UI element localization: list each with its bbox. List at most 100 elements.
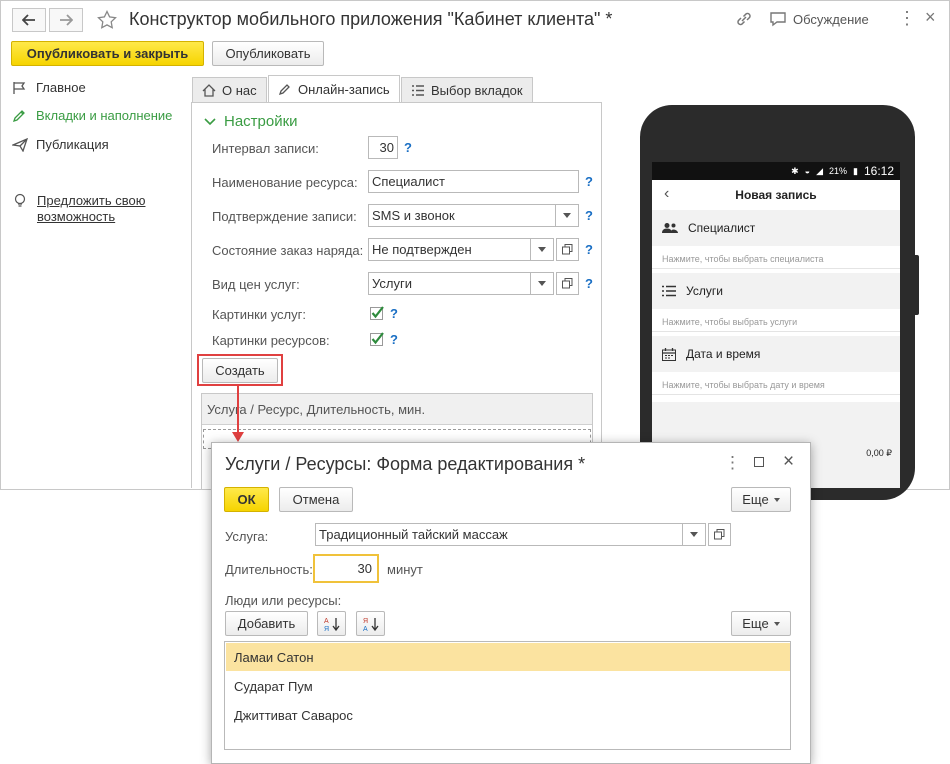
price-kind-select[interactable]: Услуги — [368, 272, 579, 295]
tab-label: Онлайн-запись — [298, 82, 390, 97]
link-icon[interactable] — [735, 11, 753, 30]
open-form-icon — [562, 278, 573, 289]
bluetooth-icon: ✱ — [791, 165, 799, 176]
dropdown-button[interactable] — [531, 272, 554, 295]
open-button[interactable] — [556, 238, 579, 261]
resource-images-checkbox[interactable] — [369, 331, 385, 350]
order-state-help-icon[interactable]: ? — [585, 242, 593, 257]
service-images-checkbox[interactable] — [369, 305, 385, 324]
home-icon — [202, 84, 216, 97]
confirmation-value: SMS и звонок — [368, 204, 556, 227]
dropdown-button[interactable] — [556, 204, 579, 227]
phone-section-hint: Нажмите, чтобы выбрать специалиста — [662, 254, 824, 264]
phone-section-hint: Нажмите, чтобы выбрать услуги — [662, 317, 798, 327]
sidebar-item-label: Главное — [36, 80, 86, 95]
sort-ascending-button[interactable]: АЯ — [317, 611, 346, 636]
add-button[interactable]: Добавить — [225, 611, 308, 636]
dialog-title: Услуги / Ресурсы: Форма редактирования * — [225, 454, 586, 474]
tab-about[interactable]: О нас — [192, 77, 267, 103]
order-state-select[interactable]: Не подтвержден — [368, 238, 579, 261]
more-button[interactable]: Еще — [731, 487, 791, 512]
sidebar-item-publish[interactable]: Публикация — [12, 137, 109, 152]
phone-section-datetime[interactable]: Дата и время — [652, 336, 900, 372]
sidebar-item-label: Публикация — [36, 137, 109, 152]
people-list: Ламаи Сатон Сударат Пум Джиттиват Саваро… — [224, 641, 791, 750]
service-select[interactable]: Традиционный тайский массаж — [315, 523, 731, 546]
dropdown-button[interactable] — [683, 523, 706, 546]
svg-text:Я: Я — [324, 626, 329, 632]
table-header: Услуга / Ресурс, Длительность, мин. — [202, 394, 592, 425]
back-button[interactable] — [12, 8, 46, 32]
tab-online-booking[interactable]: Онлайн-запись — [268, 75, 400, 103]
sort-descending-button[interactable]: ЯА — [356, 611, 385, 636]
price-kind-label: Вид цен услуг: — [212, 277, 300, 292]
resource-images-help-icon[interactable]: ? — [390, 332, 398, 347]
discussion-button[interactable]: Обсуждение — [769, 11, 869, 27]
sort-za-icon: ЯА — [363, 617, 379, 632]
calendar-icon — [662, 347, 676, 361]
list-item[interactable]: Джиттиват Саварос — [226, 701, 790, 729]
interval-label: Интервал записи: — [212, 141, 319, 156]
maximize-icon[interactable] — [754, 457, 764, 467]
resource-name-label: Наименование ресурса: — [212, 175, 358, 190]
settings-group-toggle[interactable]: Настройки — [204, 113, 298, 130]
create-button[interactable]: Создать — [202, 358, 278, 383]
forward-button[interactable] — [49, 8, 83, 32]
caret-down-icon — [773, 621, 780, 626]
list-icon — [412, 85, 424, 96]
confirmation-help-icon[interactable]: ? — [585, 208, 593, 223]
publish-and-close-button[interactable]: Опубликовать и закрыть — [11, 41, 204, 66]
favorite-star-icon[interactable] — [97, 10, 117, 33]
dropdown-button[interactable] — [531, 238, 554, 261]
open-button[interactable] — [556, 272, 579, 295]
service-value: Традиционный тайский массаж — [315, 523, 683, 546]
caret-down-icon — [690, 532, 698, 537]
phone-section-services[interactable]: Услуги — [652, 273, 900, 309]
interval-input[interactable]: 30 — [368, 136, 398, 159]
people-icon — [662, 223, 678, 233]
service-images-help-icon[interactable]: ? — [390, 306, 398, 321]
open-button[interactable] — [708, 523, 731, 546]
sidebar-item-tabs[interactable]: Вкладки и наполнение — [12, 108, 172, 123]
service-label: Услуга: — [225, 529, 269, 544]
close-icon[interactable]: × — [783, 451, 794, 473]
suggest-feature-link[interactable]: Предложить свою возможность — [37, 193, 145, 225]
battery-icon: ▮ — [853, 165, 858, 176]
svg-text:А: А — [363, 626, 368, 632]
confirmation-select[interactable]: SMS и звонок — [368, 204, 579, 227]
close-icon[interactable]: × — [925, 7, 936, 28]
resource-name-input[interactable]: Специалист — [368, 170, 579, 193]
resource-images-label: Картинки ресурсов: — [212, 333, 330, 348]
phone-back-icon[interactable]: ‹ — [664, 185, 669, 203]
more-menu-icon[interactable]: ⋮ — [724, 453, 741, 473]
more-menu-icon[interactable]: ⋮ — [898, 8, 916, 29]
chevron-down-icon — [204, 117, 216, 125]
phone-header-title: Новая запись — [735, 188, 817, 202]
tab-label: Выбор вкладок — [431, 83, 523, 98]
more-button-list[interactable]: Еще — [731, 611, 791, 636]
ok-button[interactable]: ОК — [224, 487, 269, 512]
list-item[interactable]: Сударат Пум — [226, 672, 790, 700]
phone-header: ‹ Новая запись — [652, 180, 900, 210]
divider — [652, 268, 900, 269]
phone-section-hint: Нажмите, чтобы выбрать дату и время — [662, 380, 825, 390]
service-images-label: Картинки услуг: — [212, 307, 306, 322]
publish-button[interactable]: Опубликовать — [212, 41, 324, 66]
duration-input[interactable]: 30 — [313, 554, 379, 583]
interval-help-icon[interactable]: ? — [404, 140, 412, 155]
price-kind-help-icon[interactable]: ? — [585, 276, 593, 291]
phone-section-specialist[interactable]: Специалист — [652, 210, 900, 246]
phone-section-title: Специалист — [688, 221, 756, 235]
caret-down-icon — [538, 281, 546, 286]
edit-icon — [278, 84, 290, 96]
suggest-line-1: Предложить свою — [37, 193, 146, 208]
list-item-selected[interactable]: Ламаи Сатон — [226, 643, 790, 671]
svg-text:А: А — [324, 618, 329, 625]
cancel-button[interactable]: Отмена — [279, 487, 353, 512]
resource-help-icon[interactable]: ? — [585, 174, 593, 189]
arrow-right-icon — [60, 14, 73, 26]
sidebar-item-main[interactable]: Главное — [12, 80, 86, 95]
tab-choose-tabs[interactable]: Выбор вкладок — [401, 77, 533, 103]
phone-screen: ✱ ◒ ◢ 21% ▮ 16:12 ‹ Новая запись Специал… — [652, 162, 900, 488]
divider — [652, 331, 900, 332]
